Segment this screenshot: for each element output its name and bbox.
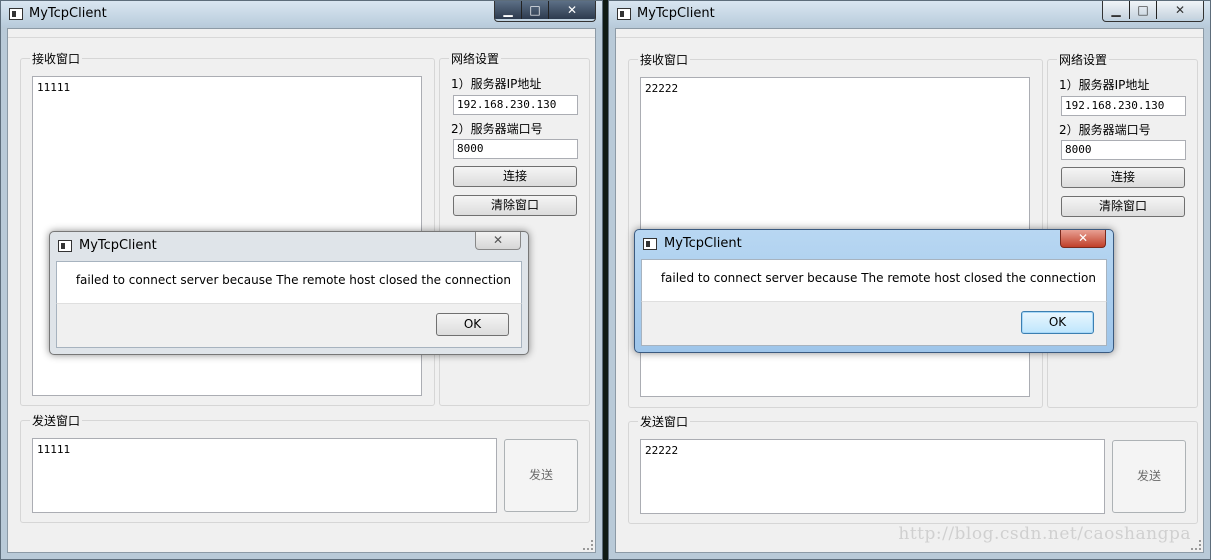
send-textarea[interactable]: 22222 [640,439,1105,514]
send-group-label: 发送窗口 [638,413,691,430]
menu-divider [8,37,595,38]
app-window-icon [617,8,631,20]
window-title: MyTcpClient [637,6,715,21]
dialog-title: MyTcpClient [79,238,157,253]
send-group: 发送窗口 22222 发送 [628,413,1198,524]
window-title: MyTcpClient [29,6,107,21]
send-group-label: 发送窗口 [30,412,83,429]
server-ip-input[interactable]: 192.168.230.130 [453,95,578,115]
dialog-message-area: failed to connect server because The rem… [56,261,522,304]
title-bar[interactable]: MyTcpClient ▁ □ ✕ [1,1,602,27]
network-settings-label: 网络设置 [449,50,502,67]
dialog-message: failed to connect server because The rem… [75,273,511,287]
dialog-button-bar: OK [56,303,522,348]
send-button[interactable]: 发送 [504,439,578,512]
server-port-input[interactable]: 8000 [1061,140,1186,160]
caption-buttons: ▁ □ ✕ [494,1,596,22]
caption-buttons: ▁ □ ✕ [1102,1,1204,22]
title-bar[interactable]: MyTcpClient ▁ □ ✕ [609,1,1210,27]
app-window-icon [58,240,72,252]
receive-group-label: 接收窗口 [30,50,83,67]
dialog-message-area: failed to connect server because The rem… [641,259,1107,302]
menu-divider [616,37,1203,38]
dialog-message: failed to connect server because The rem… [660,271,1096,285]
close-icon[interactable]: ✕ [549,1,595,19]
resize-grip[interactable] [583,540,593,550]
close-icon[interactable]: ✕ [1060,230,1106,248]
receive-group-label: 接收窗口 [638,51,691,68]
connect-button[interactable]: 连接 [1061,167,1185,188]
ok-button[interactable]: OK [1021,311,1094,334]
maximize-icon[interactable]: □ [1130,1,1157,19]
send-textarea[interactable]: 11111 [32,438,497,513]
send-button[interactable]: 发送 [1112,440,1186,513]
close-icon[interactable]: ✕ [475,232,521,250]
server-ip-input[interactable]: 192.168.230.130 [1061,96,1186,116]
error-dialog-left: MyTcpClient ✕ failed to connect server b… [49,231,529,355]
network-settings-label: 网络设置 [1057,51,1110,68]
resize-grip[interactable] [1191,540,1201,550]
close-icon[interactable]: ✕ [1157,1,1203,19]
dialog-title: MyTcpClient [664,236,742,251]
send-group: 发送窗口 11111 发送 [20,412,590,523]
error-dialog-right: MyTcpClient ✕ failed to connect server b… [634,229,1114,353]
app-window-icon [9,8,23,20]
watermark-text: http://blog.csdn.net/caoshangpa [898,524,1191,544]
connect-button[interactable]: 连接 [453,166,577,187]
clear-window-button[interactable]: 清除窗口 [1061,196,1185,217]
ok-button[interactable]: OK [436,313,509,336]
clear-window-button[interactable]: 清除窗口 [453,195,577,216]
minimize-icon[interactable]: ▁ [1103,1,1130,19]
server-port-label: 2）服务器端口号 [1059,123,1151,137]
maximize-icon[interactable]: □ [522,1,549,19]
minimize-icon[interactable]: ▁ [495,1,522,19]
server-port-label: 2）服务器端口号 [451,122,543,136]
app-window-icon [643,238,657,250]
server-ip-label: 1）服务器IP地址 [1059,78,1150,92]
dialog-button-bar: OK [641,301,1107,346]
server-port-input[interactable]: 8000 [453,139,578,159]
server-ip-label: 1）服务器IP地址 [451,77,542,91]
